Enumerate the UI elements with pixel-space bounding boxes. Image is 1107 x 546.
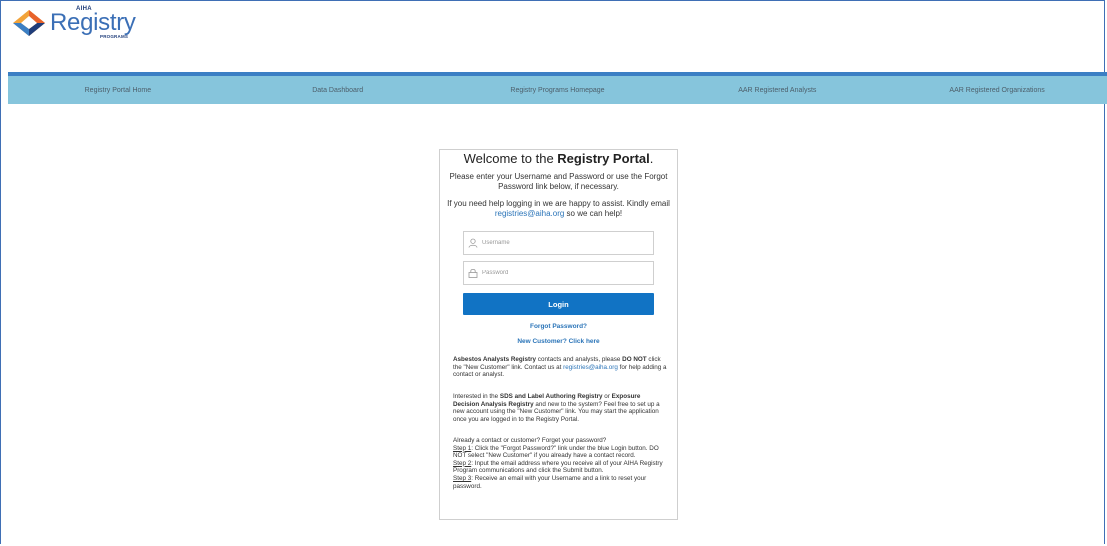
step-label: Step 1	[453, 444, 472, 452]
nav-item-registry-programs-homepage[interactable]: Registry Programs Homepage	[448, 87, 668, 94]
note-text: or	[602, 393, 612, 400]
page-title: Welcome to the Registry Portal.	[440, 150, 677, 168]
help-email-link[interactable]: registries@aiha.org	[495, 209, 564, 218]
step-text: : Click the "Forgot Password?" link unde…	[453, 444, 659, 460]
title-prefix: Welcome to the	[463, 151, 558, 166]
logo-text: AIHA Registry PROGRAMS	[50, 6, 136, 39]
nav-item-data-dashboard[interactable]: Data Dashboard	[228, 87, 448, 94]
password-input[interactable]	[480, 269, 644, 277]
step-label: Step 2	[453, 459, 472, 467]
step-3: Step 3: Receive an email with your Usern…	[453, 475, 668, 490]
password-field[interactable]	[463, 261, 654, 285]
password-reset-steps: Already a contact or customer? Forget yo…	[453, 437, 668, 490]
help-text-body: If you need help logging in we are happy…	[447, 199, 670, 208]
logo-aiha-text: AIHA	[76, 6, 92, 12]
logo-registry-text: Registry	[50, 9, 136, 36]
note-bold-text: Asbestos Analysts Registry	[453, 356, 537, 363]
note-text: Interested in the	[453, 393, 500, 400]
login-instructions: Please enter your Username and Password …	[449, 172, 668, 191]
logo-programs-text: PROGRAMS	[100, 34, 129, 39]
note-bold-text: SDS and Label Authoring Registry	[499, 393, 603, 400]
username-field[interactable]	[463, 231, 654, 255]
note-bold-text: DO NOT	[622, 356, 647, 363]
login-button[interactable]: Login	[463, 293, 654, 315]
main-nav: Registry Portal Home Data Dashboard Regi…	[8, 76, 1107, 104]
steps-intro: Already a contact or customer? Forget yo…	[453, 437, 607, 444]
step-text: : Input the email address where you rece…	[453, 459, 663, 475]
nav-item-registry-portal-home[interactable]: Registry Portal Home	[8, 87, 228, 94]
username-input[interactable]	[480, 239, 644, 247]
nav-item-aar-registered-analysts[interactable]: AAR Registered Analysts	[667, 87, 887, 94]
aiha-registry-logo[interactable]: AIHA Registry PROGRAMS	[12, 6, 136, 40]
title-suffix: .	[649, 151, 654, 166]
diamond-logo-icon	[13, 10, 45, 36]
login-card: Welcome to the Registry Portal. Please e…	[439, 149, 678, 520]
step-2: Step 2: Input the email address where yo…	[453, 460, 668, 475]
header: AIHA Registry PROGRAMS	[0, 0, 1107, 72]
step-text: : Receive an email with your Username an…	[453, 474, 647, 490]
registries-email-link[interactable]: registries@aiha.org	[563, 364, 618, 371]
user-icon	[468, 238, 478, 248]
nav-item-aar-registered-organizations[interactable]: AAR Registered Organizations	[887, 87, 1107, 94]
step-1: Step 1: Click the "Forgot Password?" lin…	[453, 445, 668, 460]
forgot-password-link[interactable]: Forgot Password?	[440, 323, 677, 330]
step-label: Step 3	[453, 474, 472, 482]
title-bold: Registry Portal	[557, 151, 650, 166]
sds-registry-note: Interested in the SDS and Label Authorin…	[453, 393, 668, 423]
note-text: contacts and analysts, please	[536, 356, 623, 363]
help-text: If you need help logging in we are happy…	[442, 199, 675, 218]
help-text-suffix: so we can help!	[564, 208, 623, 218]
asbestos-registry-note: Asbestos Analysts Registry contacts and …	[453, 356, 668, 379]
lock-icon	[468, 268, 478, 278]
new-customer-link[interactable]: New Customer? Click here	[440, 338, 677, 345]
